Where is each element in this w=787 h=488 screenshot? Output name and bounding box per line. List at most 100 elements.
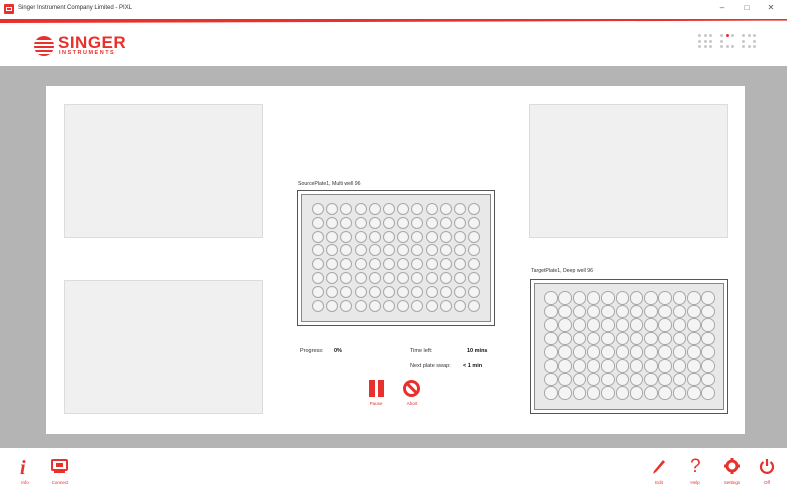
well — [572, 359, 587, 373]
logo-dot — [709, 39, 713, 43]
well — [439, 258, 452, 271]
maximize-button[interactable]: □ — [740, 3, 754, 12]
connect-icon[interactable] — [51, 459, 68, 474]
logo-dot — [703, 39, 707, 43]
help-label: Help — [690, 480, 700, 485]
well — [586, 359, 601, 373]
well — [354, 244, 367, 257]
app-icon — [4, 4, 14, 14]
well — [397, 244, 410, 257]
well — [658, 331, 672, 346]
minimize-button[interactable]: – — [715, 3, 729, 12]
well — [425, 258, 438, 271]
well — [644, 372, 658, 387]
source-plate[interactable] — [297, 190, 495, 326]
empty-slot-top-left[interactable] — [64, 104, 263, 238]
well — [687, 386, 701, 400]
well — [644, 304, 658, 319]
well — [558, 345, 572, 359]
pause-button[interactable] — [368, 380, 385, 397]
logo-dot — [747, 45, 751, 49]
well — [425, 285, 438, 298]
empty-slot-top-right[interactable] — [529, 104, 728, 238]
logo-dot — [703, 45, 707, 49]
well — [615, 372, 629, 387]
settings-label: Settings — [723, 480, 741, 485]
well — [586, 304, 601, 319]
well — [687, 372, 701, 387]
logo-dot — [703, 34, 707, 38]
well — [629, 386, 644, 400]
well — [601, 345, 615, 359]
well — [312, 244, 324, 257]
info-icon[interactable]: i — [20, 457, 26, 480]
abort-button[interactable] — [403, 380, 420, 397]
well — [312, 285, 324, 298]
power-icon[interactable] — [759, 458, 775, 474]
well — [658, 318, 672, 332]
well — [629, 318, 644, 332]
well — [544, 359, 558, 373]
well — [615, 291, 629, 305]
logo-dot — [720, 45, 724, 49]
well — [558, 318, 572, 332]
well — [644, 291, 658, 305]
well — [687, 291, 701, 305]
well — [340, 285, 353, 298]
well — [383, 230, 395, 243]
time-left-label: Time left: — [410, 348, 433, 354]
empty-slot-bottom-left[interactable] — [64, 280, 263, 414]
well — [368, 244, 381, 257]
well — [368, 285, 381, 298]
well — [425, 272, 438, 284]
logo-dot — [731, 45, 735, 49]
well — [425, 203, 438, 215]
well — [629, 359, 644, 373]
well — [558, 359, 572, 373]
logo-dot — [747, 34, 751, 38]
well — [340, 203, 353, 215]
well — [672, 318, 687, 332]
well — [425, 216, 438, 229]
well — [411, 244, 424, 257]
info-label: Info — [21, 480, 29, 485]
well — [454, 230, 466, 243]
well — [687, 318, 701, 332]
logo-dot — [720, 34, 724, 38]
well — [644, 318, 658, 332]
edit-icon[interactable] — [652, 459, 666, 475]
well — [397, 258, 410, 271]
well — [454, 203, 466, 215]
logo-dot — [709, 45, 713, 49]
well — [368, 230, 381, 243]
well — [326, 272, 339, 284]
logo-dot — [731, 34, 735, 38]
well — [572, 291, 587, 305]
well — [454, 299, 466, 312]
well — [544, 304, 558, 319]
well — [615, 386, 629, 400]
target-plate-label: TargetPlate1, Deep well 96 — [531, 268, 593, 274]
well — [454, 272, 466, 284]
pause-label: Pause — [369, 401, 383, 406]
well — [326, 230, 339, 243]
settings-icon[interactable] — [724, 458, 740, 474]
well — [572, 386, 587, 400]
well — [672, 359, 687, 373]
well — [368, 258, 381, 271]
well — [601, 318, 615, 332]
well — [687, 345, 701, 359]
help-icon[interactable]: ? — [690, 456, 701, 478]
well — [468, 244, 481, 257]
well — [572, 331, 587, 346]
well — [644, 386, 658, 400]
well — [383, 216, 395, 229]
well — [454, 216, 466, 229]
close-button[interactable]: ✕ — [764, 3, 778, 12]
well — [558, 372, 572, 387]
well — [558, 386, 572, 400]
target-plate[interactable] — [530, 279, 728, 414]
well — [411, 258, 424, 271]
well — [658, 372, 672, 387]
well — [586, 318, 601, 332]
